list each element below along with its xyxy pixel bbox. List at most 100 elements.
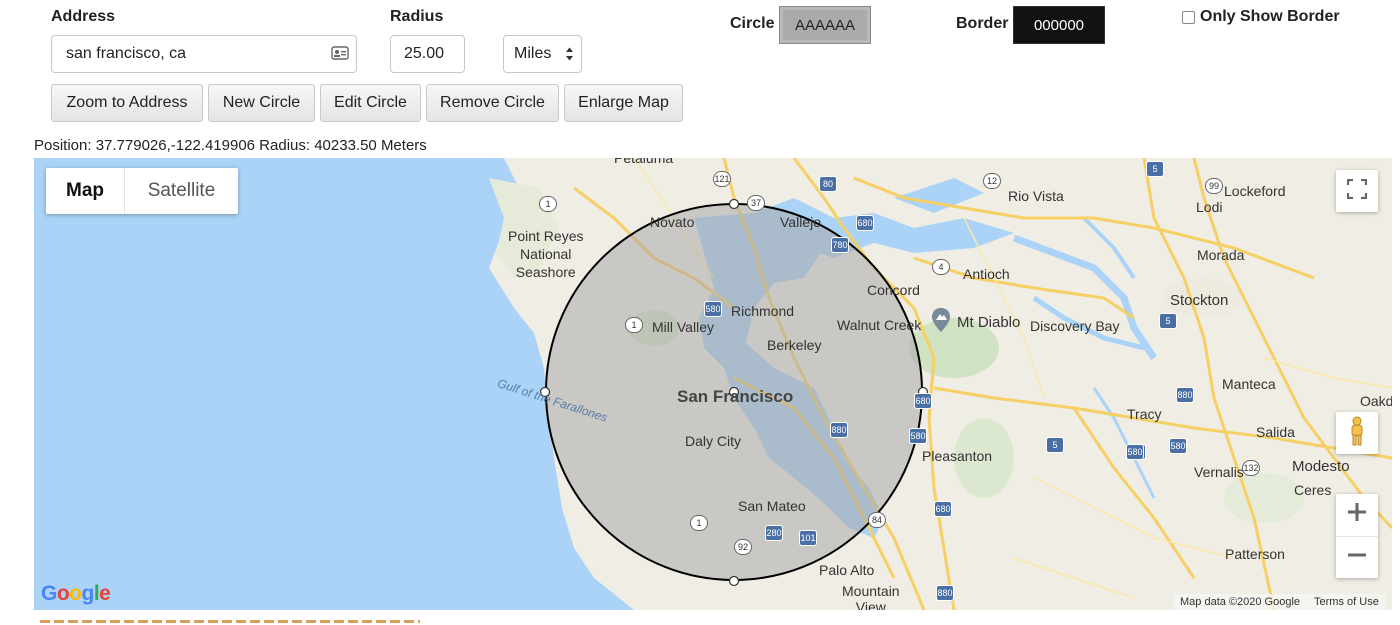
circle-handle-bottom[interactable] xyxy=(728,575,740,587)
route-shield: 4 xyxy=(932,259,950,275)
route-shield: 37 xyxy=(747,195,765,211)
map-canvas[interactable]: Petaluma Novato Vallejo Point Reyes Nati… xyxy=(34,158,1392,610)
fullscreen-icon xyxy=(1346,178,1368,204)
map-background xyxy=(34,158,1392,610)
route-shield: 5 xyxy=(1146,161,1164,177)
edit-circle-button[interactable]: Edit Circle xyxy=(320,84,421,122)
attribution-text: Map data ©2020 Google xyxy=(1180,596,1301,608)
radius-label: Radius xyxy=(390,8,444,25)
circle-color-picker[interactable]: AAAAAA xyxy=(779,6,871,44)
route-shield: 5 xyxy=(1159,313,1177,329)
route-shield: 12 xyxy=(983,173,1001,189)
place-label-daly-city: Daly City xyxy=(685,433,742,449)
map-type-map-button[interactable]: Map xyxy=(46,168,125,214)
place-label-rio-vista: Rio Vista xyxy=(1008,188,1064,204)
route-shield: 880 xyxy=(936,585,954,601)
mountain-pin-icon xyxy=(932,308,950,337)
route-shield: 101 xyxy=(799,530,817,546)
place-label-discovery-bay: Discovery Bay xyxy=(1030,318,1120,334)
select-arrows-icon xyxy=(565,46,574,67)
place-label-san-mateo: San Mateo xyxy=(738,498,806,514)
place-label-morada: Morada xyxy=(1197,247,1245,263)
address-input[interactable] xyxy=(51,35,357,73)
route-shield: 132 xyxy=(1242,460,1260,476)
new-circle-button[interactable]: New Circle xyxy=(208,84,315,122)
only-border-label: Only Show Border xyxy=(1200,8,1340,25)
place-label-concord: Concord xyxy=(867,282,920,298)
route-shield: 5 xyxy=(1046,437,1064,453)
place-label-patterson: Patterson xyxy=(1225,546,1285,562)
place-label-tracy: Tracy xyxy=(1127,406,1162,422)
place-label-manteca: Manteca xyxy=(1222,376,1276,392)
route-shield: 780 xyxy=(831,237,849,253)
border-color-picker[interactable]: 000000 xyxy=(1013,6,1105,44)
border-color-label: Border xyxy=(956,15,1009,32)
fullscreen-button[interactable] xyxy=(1336,170,1378,212)
route-shield: 99 xyxy=(1205,178,1223,194)
route-shield: 121 xyxy=(713,171,731,187)
route-shield: 1 xyxy=(539,196,557,212)
route-shield: 84 xyxy=(868,512,886,528)
place-label-mountain-view: Mountain View xyxy=(842,583,900,610)
zoom-to-address-button[interactable]: Zoom to Address xyxy=(51,84,203,122)
route-shield: 580 xyxy=(1169,438,1187,454)
place-label-petaluma: Petaluma xyxy=(614,158,674,166)
street-view-pegman[interactable] xyxy=(1336,412,1378,454)
route-shield: 880 xyxy=(1176,387,1194,403)
contact-card-icon xyxy=(331,45,349,61)
route-shield: 680 xyxy=(914,393,932,409)
place-label-mt-diablo: Mt Diablo xyxy=(957,314,1021,331)
place-label-modesto: Modesto xyxy=(1292,458,1350,475)
place-label-pleasanton: Pleasanton xyxy=(922,448,993,464)
map-type-satellite-button[interactable]: Satellite xyxy=(125,168,238,214)
route-shield: 580 xyxy=(1126,444,1144,460)
place-label-berkeley: Berkeley xyxy=(767,337,822,353)
plus-icon xyxy=(1348,503,1366,526)
route-shield: 580 xyxy=(704,301,722,317)
place-label-richmond: Richmond xyxy=(731,303,795,319)
route-shield: 1 xyxy=(690,515,708,531)
place-label-novato: Novato xyxy=(650,214,695,230)
zoom-out-button[interactable] xyxy=(1336,537,1378,579)
unit-select[interactable]: Miles xyxy=(503,35,582,73)
place-label-vallejo: Vallejo xyxy=(780,214,821,230)
route-shield: 680 xyxy=(856,215,874,231)
route-shield: 80 xyxy=(819,176,837,192)
pegman-icon xyxy=(1348,416,1366,451)
circle-color-label: Circle xyxy=(730,15,775,32)
route-shield: 1 xyxy=(625,317,643,333)
place-label-stockton: Stockton xyxy=(1170,292,1229,309)
zoom-in-button[interactable] xyxy=(1336,494,1378,537)
terms-of-use-link[interactable]: Terms of Use xyxy=(1314,596,1379,608)
google-logo: Google xyxy=(41,582,111,605)
address-label: Address xyxy=(51,8,116,25)
place-label-point-reyes: Point Reyes National Seashore xyxy=(508,228,584,280)
map-type-control: Map Satellite xyxy=(46,168,238,214)
minus-icon xyxy=(1348,546,1366,569)
place-label-vernalis: Vernalis xyxy=(1194,464,1244,480)
place-label-salida: Salida xyxy=(1256,424,1295,440)
route-shield: 880 xyxy=(830,422,848,438)
map-attribution: Map data ©2020 Google Terms of Use xyxy=(1174,594,1385,610)
only-border-checkbox[interactable] xyxy=(1182,11,1195,24)
route-shield: 92 xyxy=(734,539,752,555)
route-shield: 680 xyxy=(934,501,952,517)
place-label-oakdale: Oakd xyxy=(1360,393,1392,409)
place-label-ceres: Ceres xyxy=(1294,482,1332,498)
remove-circle-button[interactable]: Remove Circle xyxy=(426,84,559,122)
enlarge-map-button[interactable]: Enlarge Map xyxy=(564,84,683,122)
unit-select-value: Miles xyxy=(514,45,552,62)
place-label-walnut-creek: Walnut Creek xyxy=(837,317,922,333)
place-label-lodi: Lodi xyxy=(1196,199,1223,215)
radius-input[interactable] xyxy=(390,35,465,73)
place-label-palo-alto: Palo Alto xyxy=(819,562,875,578)
circle-handle-top[interactable] xyxy=(728,198,740,210)
zoom-control xyxy=(1336,494,1378,578)
below-map-text-fragment xyxy=(40,616,420,625)
route-shield: 580 xyxy=(909,428,927,444)
place-label-san-francisco: San Francisco xyxy=(677,387,794,406)
place-label-lockeford: Lockeford xyxy=(1224,183,1286,199)
position-readout: Position: 37.779026,-122.419906 Radius: … xyxy=(34,137,427,154)
place-label-mill-valley: Mill Valley xyxy=(652,319,714,335)
route-shield: 280 xyxy=(765,525,783,541)
